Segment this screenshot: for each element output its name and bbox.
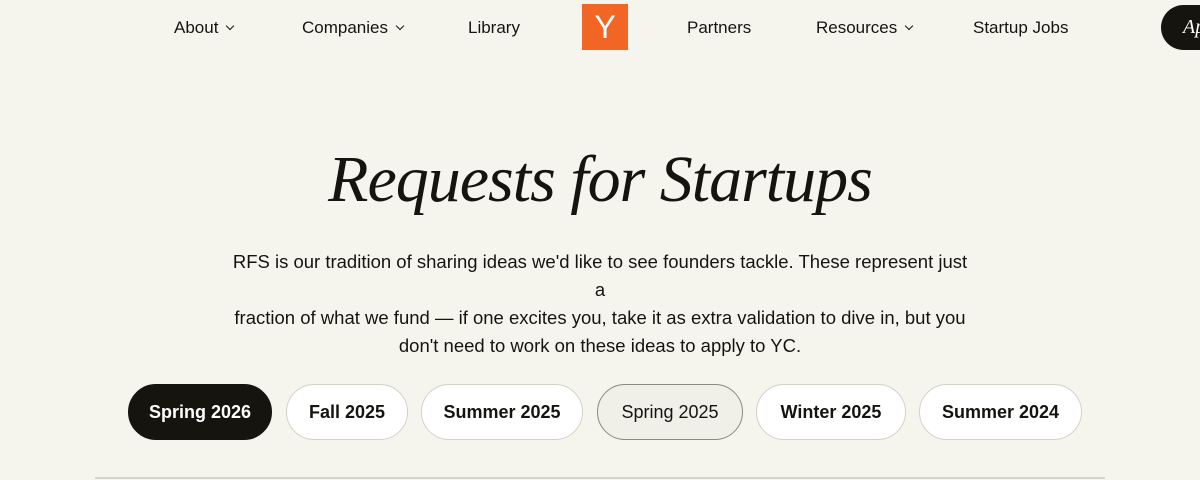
tab-summer-2024[interactable]: Summer 2024 [919, 384, 1082, 440]
nav-item-library[interactable]: Library [468, 16, 520, 40]
nav-item-label: Library [468, 18, 520, 37]
intro-line: don't need to work on these ideas to app… [398, 335, 802, 356]
tab-fall-2025[interactable]: Fall 2025 [286, 384, 408, 440]
tab-spring-2025[interactable]: Spring 2025 [597, 384, 743, 440]
nav-item-companies[interactable]: Companies [302, 16, 405, 40]
section-divider [95, 477, 1105, 479]
chevron-down-icon [226, 21, 235, 31]
chevron-down-icon [905, 21, 914, 31]
season-tabs: Spring 2026 Fall 2025 Summer 2025 Spring… [0, 384, 1200, 442]
nav-item-about[interactable]: About [174, 16, 235, 40]
nav-item-partners[interactable]: Partners [687, 16, 751, 40]
apply-button[interactable]: Ap [1161, 5, 1200, 50]
nav-item-startup-jobs[interactable]: Startup Jobs [973, 16, 1068, 40]
nav-item-label: Resources [816, 18, 898, 37]
nav-item-resources[interactable]: Resources [816, 16, 914, 40]
page-title: Requests for Startups [328, 143, 873, 216]
chevron-down-icon [395, 21, 405, 31]
logo-letter: Y [594, 8, 616, 45]
intro-line: RFS is our tradition of sharing ideas we… [232, 251, 968, 300]
top-nav: About Companies Library Y Partners Resou… [0, 0, 1200, 56]
yc-logo[interactable]: Y [582, 4, 628, 50]
tab-spring-2026[interactable]: Spring 2026 [128, 384, 272, 440]
nav-item-label: About [174, 18, 219, 37]
tab-summer-2025[interactable]: Summer 2025 [421, 384, 583, 440]
intro-line: fraction of what we fund — if one excite… [234, 307, 966, 328]
tab-winter-2025[interactable]: Winter 2025 [756, 384, 906, 440]
intro-text: RFS is our tradition of sharing ideas we… [230, 248, 970, 360]
nav-item-label: Startup Jobs [973, 18, 1069, 37]
nav-item-label: Partners [687, 18, 752, 37]
nav-item-label: Companies [302, 18, 388, 37]
